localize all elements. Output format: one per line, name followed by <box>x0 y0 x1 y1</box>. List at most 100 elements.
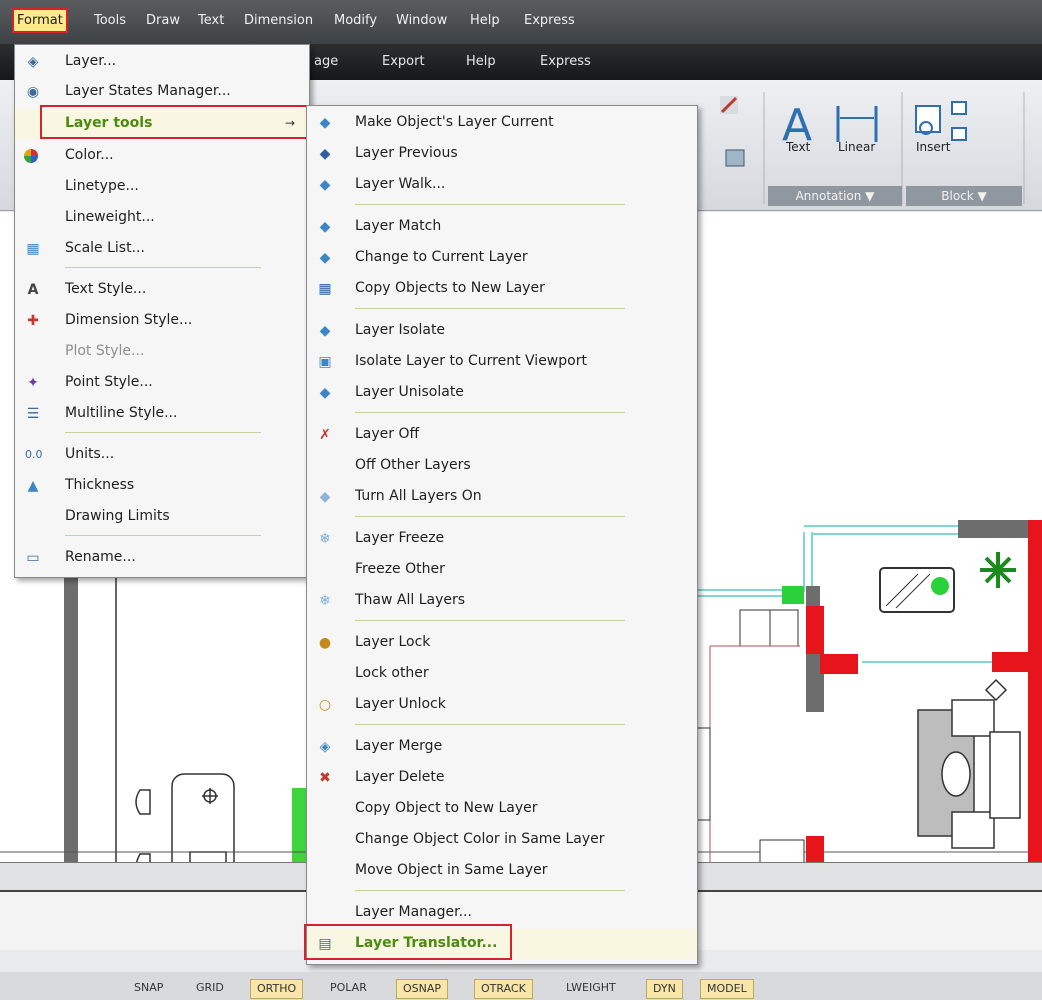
menu-item-multiline-style[interactable]: ☰ Multiline Style... <box>15 399 309 429</box>
menu-separator <box>65 432 261 433</box>
submenu-item-layer-isolate[interactable]: ◆ Layer Isolate <box>307 316 697 346</box>
insert-block-icon[interactable] <box>915 105 941 135</box>
submenu-item-off-other-layers[interactable]: Off Other Layers <box>307 451 697 481</box>
right-floor-plan <box>695 520 1042 862</box>
sofa-set-drawing <box>917 678 1021 849</box>
submenu-item-move-object-in-same-layer[interactable]: Move Object in Same Layer <box>307 856 697 886</box>
tab-express[interactable]: Express <box>540 54 591 69</box>
menu-express[interactable]: Express <box>524 13 575 28</box>
submenu-item-copy-object-to-new-layer[interactable]: Copy Object to New Layer <box>307 794 697 824</box>
scale-list-icon: ▦ <box>26 241 40 257</box>
tab-help[interactable]: Help <box>466 54 496 69</box>
status-ortho[interactable]: ORTHO <box>250 979 304 999</box>
status-otrack[interactable]: OTRACK <box>474 979 533 999</box>
menu-item-drawing-limits[interactable]: Drawing Limits <box>15 502 309 532</box>
menu-separator <box>355 412 625 413</box>
viewport-icon: ▣ <box>318 354 332 370</box>
layer-off-ribbon-icon[interactable] <box>720 96 738 114</box>
menu-item-layer[interactable]: ◈ Layer... <box>15 47 309 77</box>
block-panel-title[interactable]: Block ▼ <box>906 186 1022 206</box>
submenu-item-layer-lock[interactable]: ● Layer Lock <box>307 628 697 658</box>
layer-freeze-icon: ❄ <box>319 531 331 547</box>
status-grid[interactable]: GRID <box>190 979 230 997</box>
annotation-panel-title[interactable]: Annotation ▼ <box>768 186 902 206</box>
status-osnap[interactable]: OSNAP <box>396 979 449 999</box>
submenu-item-make-objects-layer-current[interactable]: ◆ Make Object's Layer Current <box>307 108 697 138</box>
menu-tools[interactable]: Tools <box>94 13 126 28</box>
menu-item-lineweight[interactable]: Lineweight... <box>15 203 309 233</box>
edit-block-icon[interactable] <box>951 127 967 141</box>
submenu-item-copy-objects-to-new-layer[interactable]: ▦ Copy Objects to New Layer <box>307 274 697 304</box>
submenu-item-layer-freeze[interactable]: ❄ Layer Freeze <box>307 524 697 554</box>
text-button[interactable]: Text <box>786 140 810 154</box>
submenu-item-thaw-all-layers[interactable]: ❄ Thaw All Layers <box>307 586 697 616</box>
viewport-ribbon-icon[interactable] <box>725 149 745 167</box>
menu-separator <box>355 724 625 725</box>
tab-export[interactable]: Export <box>382 54 425 69</box>
unlock-icon: ○ <box>318 697 332 713</box>
layer-icon: ◈ <box>27 54 39 70</box>
menu-item-point-style[interactable]: ✦ Point Style... <box>15 368 309 398</box>
submenu-item-lock-other[interactable]: Lock other <box>307 659 697 689</box>
insert-button[interactable]: Insert <box>916 140 950 154</box>
submenu-item-turn-all-layers-on[interactable]: ◆ Turn All Layers On <box>307 482 697 512</box>
menu-item-layer-states-manager[interactable]: ◉ Layer States Manager... <box>15 77 309 107</box>
menu-item-plot-style: Plot Style... <box>65 343 145 359</box>
menu-item-color[interactable]: Color... <box>15 141 309 171</box>
status-lweight[interactable]: LWEIGHT <box>560 979 622 997</box>
status-snap[interactable]: SNAP <box>128 979 169 997</box>
submenu-item-layer-unisolate[interactable]: ◆ Layer Unisolate <box>307 378 697 408</box>
layer-match-icon: ◆ <box>319 219 331 235</box>
layer-previous-icon: ◆ <box>319 146 331 162</box>
submenu-item-layer-delete[interactable]: ✖ Layer Delete <box>307 763 697 793</box>
submenu-item-layer-off[interactable]: ✗ Layer Off <box>307 420 697 450</box>
menu-format[interactable]: Format <box>12 8 68 33</box>
status-dyn[interactable]: DYN <box>646 979 683 999</box>
submenu-item-change-object-color[interactable]: Change Object Color in Same Layer <box>307 825 697 855</box>
layer-states-icon: ◉ <box>26 84 40 100</box>
units-icon: 0.0 <box>25 448 43 461</box>
submenu-item-freeze-other[interactable]: Freeze Other <box>307 555 697 585</box>
status-polar[interactable]: POLAR <box>324 979 373 997</box>
status-model[interactable]: MODEL <box>700 979 754 999</box>
submenu-item-isolate-layer-to-current-viewport[interactable]: ▣ Isolate Layer to Current Viewport <box>307 347 697 377</box>
create-block-icon[interactable] <box>951 101 967 115</box>
submenu-item-change-to-current-layer[interactable]: ◆ Change to Current Layer <box>307 243 697 273</box>
linear-button[interactable]: Linear <box>838 140 875 154</box>
tab-manage[interactable]: age <box>314 54 338 69</box>
layer-walk-icon: ◆ <box>319 177 331 193</box>
menu-item-dimension-style[interactable]: ✚ Dimension Style... <box>15 306 309 336</box>
submenu-item-layer-match[interactable]: ◆ Layer Match <box>307 212 697 242</box>
rename-icon: ▭ <box>26 550 40 566</box>
submenu-item-layer-unlock[interactable]: ○ Layer Unlock <box>307 690 697 720</box>
lock-icon: ● <box>318 635 332 651</box>
multiline-style-icon: ☰ <box>26 406 40 422</box>
change-layer-icon: ◆ <box>319 250 331 266</box>
menu-item-thickness[interactable]: ▲ Thickness <box>15 471 309 501</box>
menu-dimension[interactable]: Dimension <box>244 13 313 28</box>
submenu-item-layer-walk[interactable]: ◆ Layer Walk... <box>307 170 697 200</box>
menu-item-scale-list[interactable]: ▦ Scale List... <box>15 234 309 264</box>
menu-separator <box>355 204 625 205</box>
menu-item-rename[interactable]: ▭ Rename... <box>15 543 309 573</box>
menu-text[interactable]: Text <box>198 13 224 28</box>
menu-separator <box>355 516 625 517</box>
menu-item-text-style[interactable]: A Text Style... <box>15 275 309 305</box>
point-style-icon: ✦ <box>27 375 39 391</box>
copy-objects-icon: ▦ <box>318 281 332 297</box>
menu-help[interactable]: Help <box>470 13 500 28</box>
menu-draw[interactable]: Draw <box>146 13 180 28</box>
thaw-layers-icon: ❄ <box>319 593 331 609</box>
menu-item-units[interactable]: 0.0 Units... <box>15 440 309 470</box>
linear-dimension-icon[interactable] <box>836 106 878 142</box>
menu-bar: Format Tools Draw Text Dimension Modify … <box>0 0 1042 44</box>
menu-modify[interactable]: Modify <box>334 13 377 28</box>
menu-window[interactable]: Window <box>396 13 447 28</box>
dining-set-drawing <box>135 773 235 862</box>
layers-on-icon: ◆ <box>319 489 331 505</box>
submenu-item-layer-merge[interactable]: ◈ Layer Merge <box>307 732 697 762</box>
submenu-item-layer-previous[interactable]: ◆ Layer Previous <box>307 139 697 169</box>
layer-merge-icon: ◈ <box>319 739 331 755</box>
menu-item-linetype[interactable]: Linetype... <box>15 172 309 202</box>
menu-separator <box>355 308 625 309</box>
